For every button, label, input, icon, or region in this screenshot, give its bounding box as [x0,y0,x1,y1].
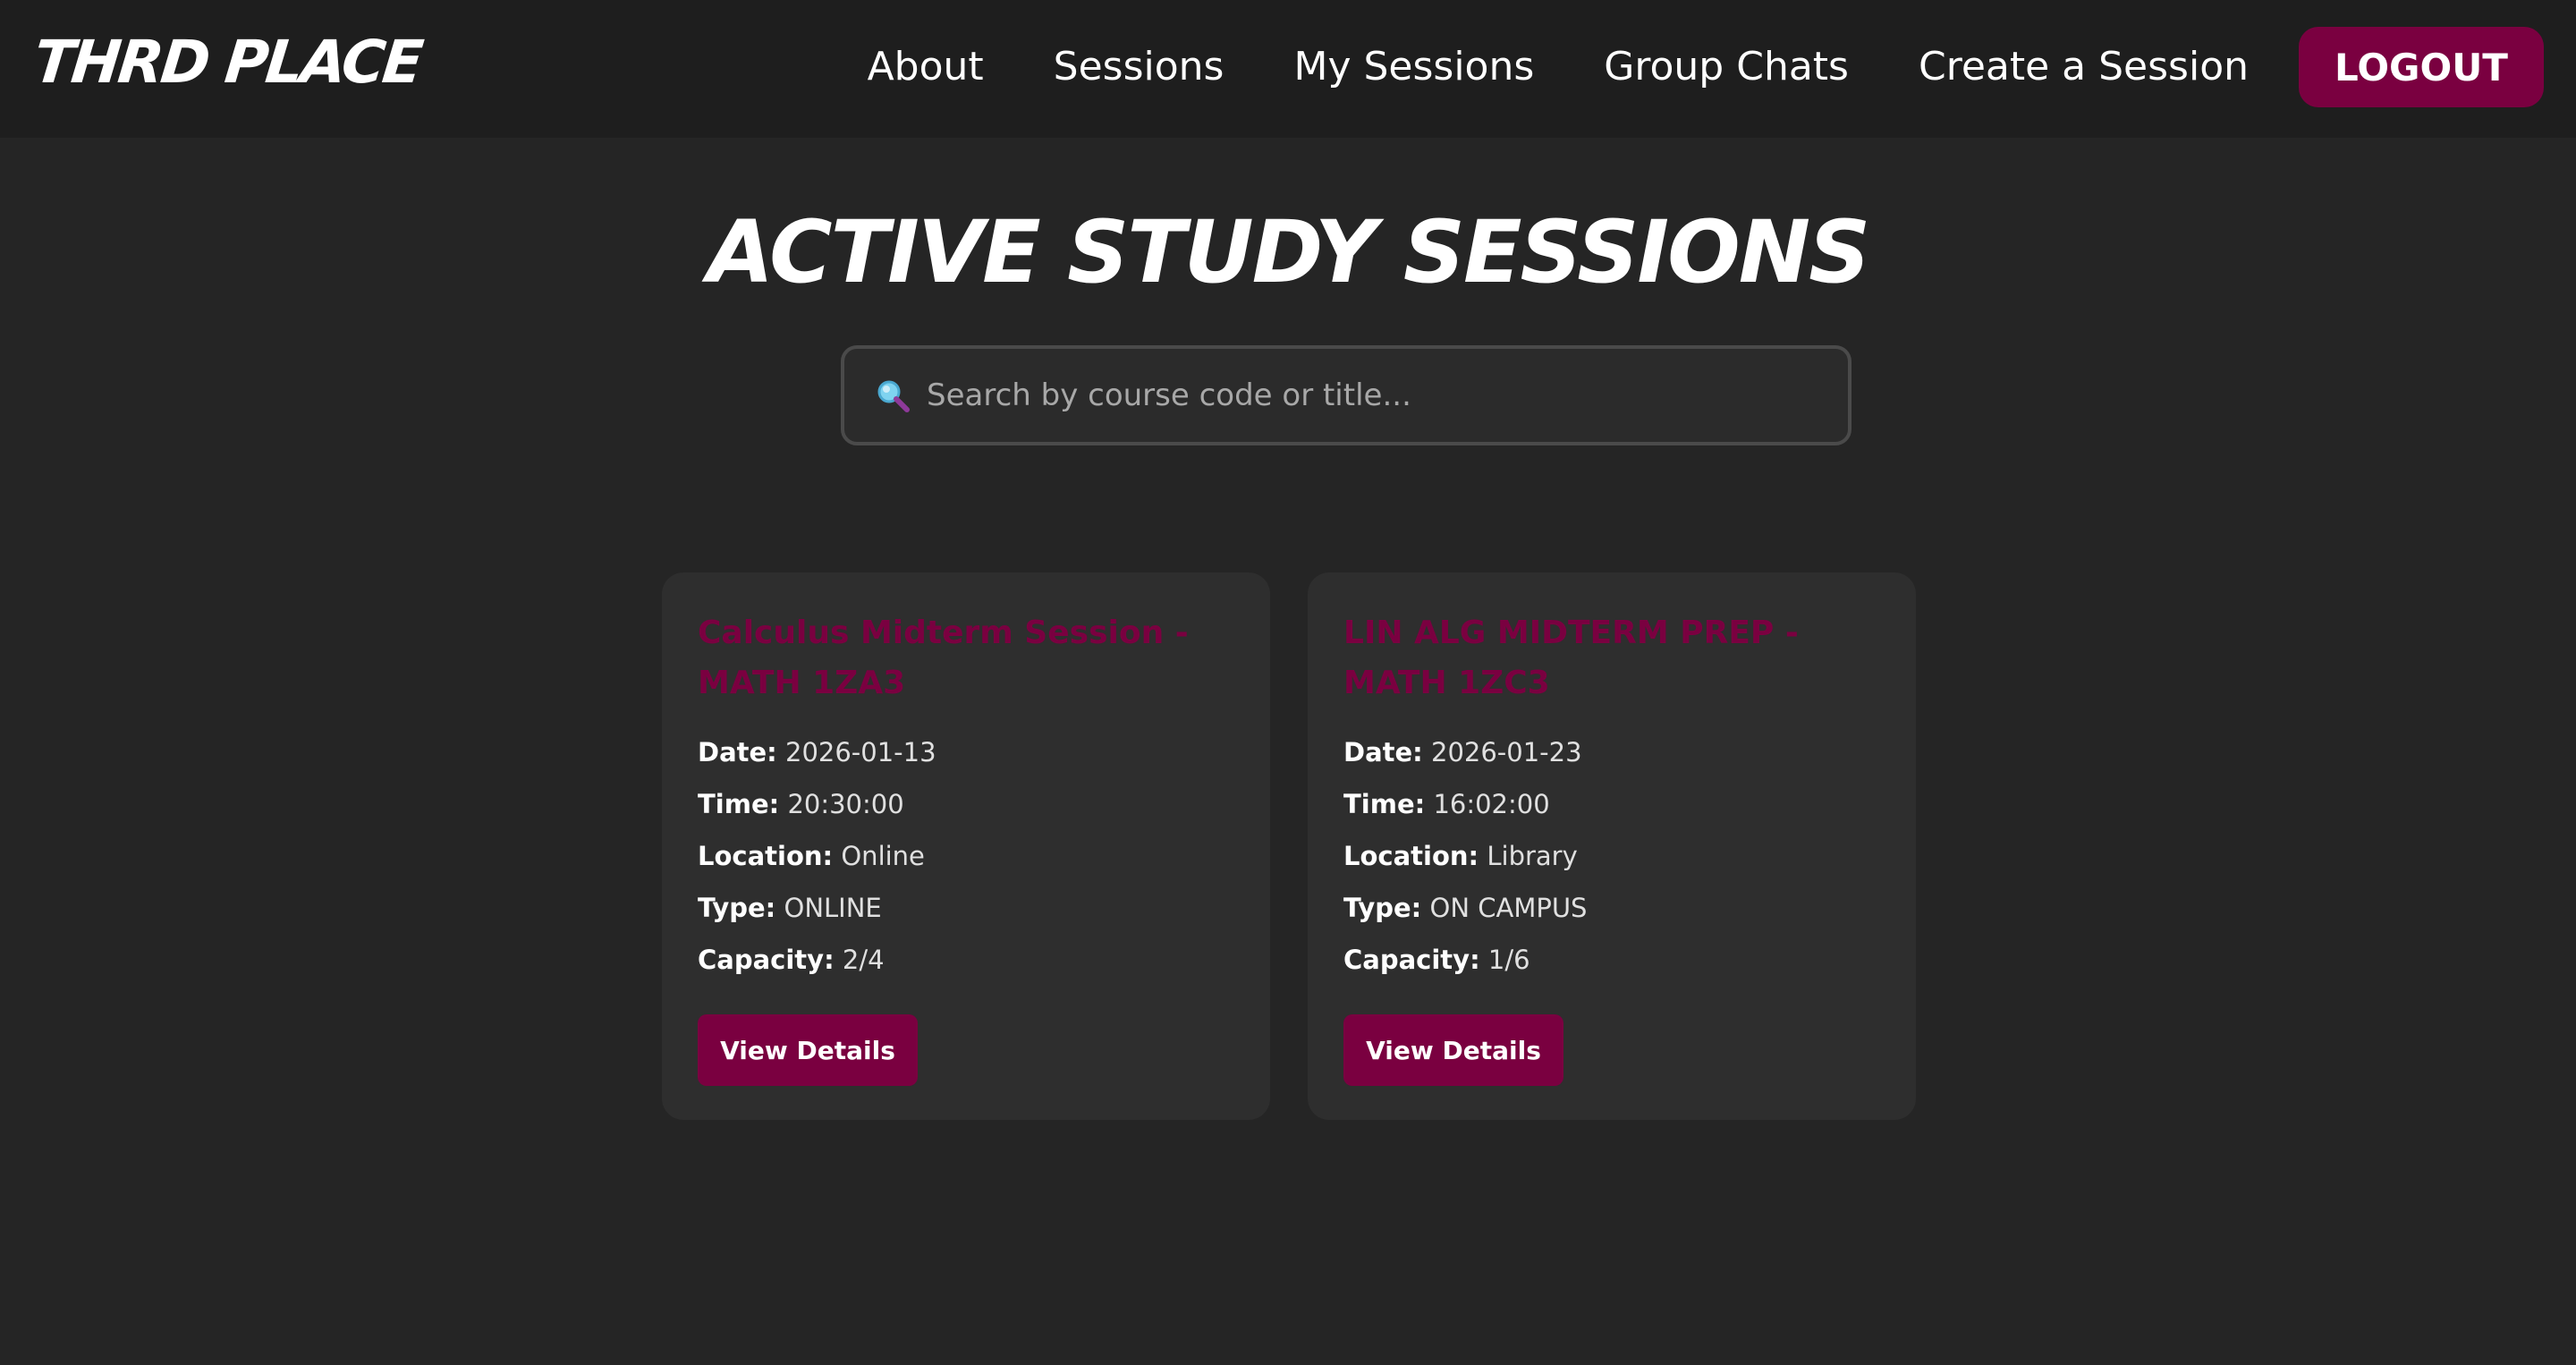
date-value: 2026-01-13 [785,737,936,767]
type-label: Type: [698,893,776,923]
view-details-button[interactable]: View Details [1343,1014,1563,1086]
session-card: LIN ALG MIDTERM PREP - MATH 1ZC3 Date: 2… [1308,572,1916,1120]
session-time: Time: 16:02:00 [1343,778,1880,830]
view-details-button[interactable]: View Details [698,1014,918,1086]
capacity-value: 1/6 [1487,945,1530,975]
search-icon [875,377,911,413]
location-value: Library [1487,841,1578,871]
capacity-label: Capacity: [1343,945,1480,975]
time-label: Time: [1343,789,1426,819]
date-label: Date: [1343,737,1423,767]
session-date: Date: 2026-01-13 [698,726,1234,778]
nav-link-about[interactable]: About [868,27,984,107]
nav-link-my-sessions[interactable]: My Sessions [1293,27,1534,107]
session-date: Date: 2026-01-23 [1343,726,1880,778]
location-label: Location: [1343,841,1479,871]
sessions-grid: Calculus Midterm Session - MATH 1ZA3 Dat… [662,572,1916,1120]
nav-link-create-session[interactable]: Create a Session [1919,27,2249,107]
search-bar [841,345,1852,445]
capacity-value: 2/4 [842,945,885,975]
session-title[interactable]: Calculus Midterm Session - MATH 1ZA3 [698,608,1234,708]
nav-link-group-chats[interactable]: Group Chats [1604,27,1849,107]
type-label: Type: [1343,893,1422,923]
location-label: Location: [698,841,834,871]
time-value: 20:30:00 [787,789,904,819]
type-value: ON CAMPUS [1429,893,1588,923]
session-card: Calculus Midterm Session - MATH 1ZA3 Dat… [662,572,1270,1120]
time-label: Time: [698,789,780,819]
location-value: Online [841,841,925,871]
date-label: Date: [698,737,777,767]
session-time: Time: 20:30:00 [698,778,1234,830]
session-location: Location: Online [698,830,1234,882]
page-title: ACTIVE STUDY SESSIONS [707,202,1870,302]
type-value: ONLINE [784,893,882,923]
brand-logo[interactable]: THRD PLACE [30,27,424,98]
date-value: 2026-01-23 [1431,737,1582,767]
nav-links: About Sessions My Sessions Group Chats C… [868,27,2544,107]
session-type: Type: ONLINE [698,882,1234,934]
session-title[interactable]: LIN ALG MIDTERM PREP - MATH 1ZC3 [1343,608,1880,708]
capacity-label: Capacity: [698,945,835,975]
session-type: Type: ON CAMPUS [1343,882,1880,934]
session-capacity: Capacity: 1/6 [1343,934,1880,986]
search-input[interactable] [927,349,1848,442]
time-value: 16:02:00 [1433,789,1550,819]
navbar: THRD PLACE About Sessions My Sessions Gr… [0,0,2576,138]
session-details: Date: 2026-01-13 Time: 20:30:00 Location… [698,726,1234,986]
nav-link-sessions[interactable]: Sessions [1054,27,1224,107]
session-location: Location: Library [1343,830,1880,882]
session-details: Date: 2026-01-23 Time: 16:02:00 Location… [1343,726,1880,986]
logout-button[interactable]: LOGOUT [2299,27,2544,107]
session-capacity: Capacity: 2/4 [698,934,1234,986]
